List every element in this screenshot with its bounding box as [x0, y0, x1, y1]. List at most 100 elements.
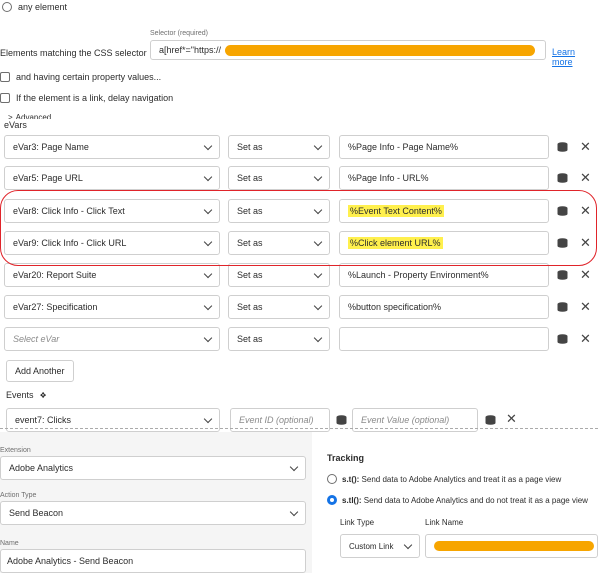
option2-text: Send data to Adobe Analytics and do not …: [361, 495, 588, 505]
evar-select[interactable]: eVar3: Page Name: [4, 135, 220, 159]
evar-value-input[interactable]: %Page Info - Page Name%: [339, 135, 549, 159]
redacted-link-name: [434, 541, 594, 551]
any-element-label: any element: [18, 2, 68, 12]
evar-select[interactable]: Select eVar: [4, 327, 220, 351]
action-type-select[interactable]: Send Beacon: [0, 501, 306, 525]
option2-fn: s.tl():: [342, 495, 362, 505]
link-name-label: Link Name: [425, 518, 464, 527]
evar-action: Set as: [237, 302, 263, 312]
action-type-label: Action Type: [0, 492, 37, 499]
link-tracking-radio[interactable]: [327, 495, 337, 505]
extension-value: Adobe Analytics: [9, 463, 74, 473]
chevron-down-icon: [403, 540, 413, 549]
info-icon: ❖: [39, 390, 47, 400]
data-element-icon[interactable]: [557, 173, 568, 183]
property-values-checkbox[interactable]: [0, 72, 10, 82]
css-selector-label: Elements matching the CSS selector: [0, 48, 147, 58]
evar-action-select[interactable]: Set as: [228, 166, 330, 190]
evar-value-input[interactable]: [339, 327, 549, 351]
advanced-toggle[interactable]: > Advanced: [8, 113, 51, 119]
evar-name: eVar3: Page Name: [13, 142, 89, 152]
evar-value-input[interactable]: %button specification%: [339, 295, 549, 319]
option1-label: s.t(): Send data to Adobe Analytics and …: [342, 475, 561, 484]
close-icon[interactable]: ✕: [506, 412, 517, 425]
option2-label: s.tl(): Send data to Adobe Analytics and…: [342, 496, 588, 505]
data-element-icon[interactable]: [485, 415, 496, 425]
tracking-heading: Tracking: [327, 453, 365, 463]
close-icon[interactable]: ✕: [580, 332, 591, 345]
option1-fn: s.t():: [342, 474, 360, 484]
evar-value: %Page Info - URL%: [348, 173, 429, 183]
chevron-down-icon: [313, 172, 323, 181]
property-values-label: and having certain property values...: [16, 72, 162, 82]
evar-action: Set as: [237, 270, 263, 280]
chevron-down-icon: [313, 269, 323, 278]
evar-action: Set as: [237, 334, 263, 344]
close-icon[interactable]: ✕: [580, 140, 591, 153]
chevron-down-icon: [203, 172, 213, 181]
evar-name: Select eVar: [13, 334, 60, 344]
delay-navigation-label: If the element is a link, delay navigati…: [16, 93, 174, 103]
chevron-down-icon: [313, 333, 323, 342]
evar-value: %Page Info - Page Name%: [348, 142, 459, 152]
close-icon[interactable]: ✕: [580, 268, 591, 281]
extension-select[interactable]: Adobe Analytics: [0, 456, 306, 480]
link-type-value: Custom Link: [349, 541, 394, 551]
evar-action-select[interactable]: Set as: [228, 263, 330, 287]
data-element-icon[interactable]: [557, 334, 568, 344]
any-element-radio[interactable]: [2, 2, 12, 12]
selector-value: a[href*="https://: [159, 45, 221, 55]
selector-label: Selector (required): [150, 30, 208, 37]
close-icon[interactable]: ✕: [580, 171, 591, 184]
chevron-down-icon: [203, 333, 213, 342]
add-another-button[interactable]: Add Another: [6, 360, 74, 382]
data-element-icon[interactable]: [557, 302, 568, 312]
selector-input[interactable]: a[href*="https://: [150, 40, 546, 60]
evar-select[interactable]: eVar27: Specification: [4, 295, 220, 319]
divider: [0, 428, 598, 429]
evar-action-select[interactable]: Set as: [228, 327, 330, 351]
evar-select[interactable]: eVar20: Report Suite: [4, 263, 220, 287]
link-type-label: Link Type: [340, 518, 375, 527]
chevron-down-icon: [203, 414, 213, 423]
option1-text: Send data to Adobe Analytics and treat i…: [359, 474, 562, 484]
name-input[interactable]: Adobe Analytics - Send Beacon: [0, 549, 306, 573]
evar-name: eVar20: Report Suite: [13, 270, 97, 280]
chevron-down-icon: [203, 301, 213, 310]
evar-name: eVar5: Page URL: [13, 173, 83, 183]
annotation-outline: [0, 190, 597, 266]
action-type-value: Send Beacon: [9, 508, 64, 518]
evar-value: %Launch - Property Environment%: [348, 270, 489, 280]
evar-value-input[interactable]: %Launch - Property Environment%: [339, 263, 549, 287]
evar-action-select[interactable]: Set as: [228, 295, 330, 319]
chevron-down-icon: [203, 141, 213, 150]
close-icon[interactable]: ✕: [580, 300, 591, 313]
data-element-icon[interactable]: [557, 142, 568, 152]
extension-label: Extension: [0, 447, 31, 454]
evar-name: eVar27: Specification: [13, 302, 98, 312]
evar-action: Set as: [237, 142, 263, 152]
link-type-select[interactable]: Custom Link: [340, 534, 420, 558]
evar-value: %button specification%: [348, 302, 442, 312]
page-view-radio[interactable]: [327, 474, 337, 484]
event-select-value: event7: Clicks: [15, 415, 72, 425]
chevron-down-icon: [289, 507, 299, 516]
data-element-icon[interactable]: [557, 270, 568, 280]
data-element-icon[interactable]: [336, 415, 347, 425]
chevron-down-icon: [313, 141, 323, 150]
chevron-down-icon: [203, 269, 213, 278]
evar-action: Set as: [237, 173, 263, 183]
advanced-label: Advanced: [15, 113, 52, 119]
chevron-right-icon: >: [8, 113, 13, 119]
name-label: Name: [0, 540, 19, 547]
evar-action-select[interactable]: Set as: [228, 135, 330, 159]
learn-more-link[interactable]: Learn more: [552, 47, 598, 67]
chevron-down-icon: [289, 462, 299, 471]
redacted-url: [224, 44, 535, 56]
link-name-input[interactable]: [425, 534, 598, 558]
evar-value-input[interactable]: %Page Info - URL%: [339, 166, 549, 190]
evar-select[interactable]: eVar5: Page URL: [4, 166, 220, 190]
delay-navigation-checkbox[interactable]: [0, 93, 10, 103]
events-heading: Events: [6, 390, 34, 400]
chevron-down-icon: [313, 301, 323, 310]
